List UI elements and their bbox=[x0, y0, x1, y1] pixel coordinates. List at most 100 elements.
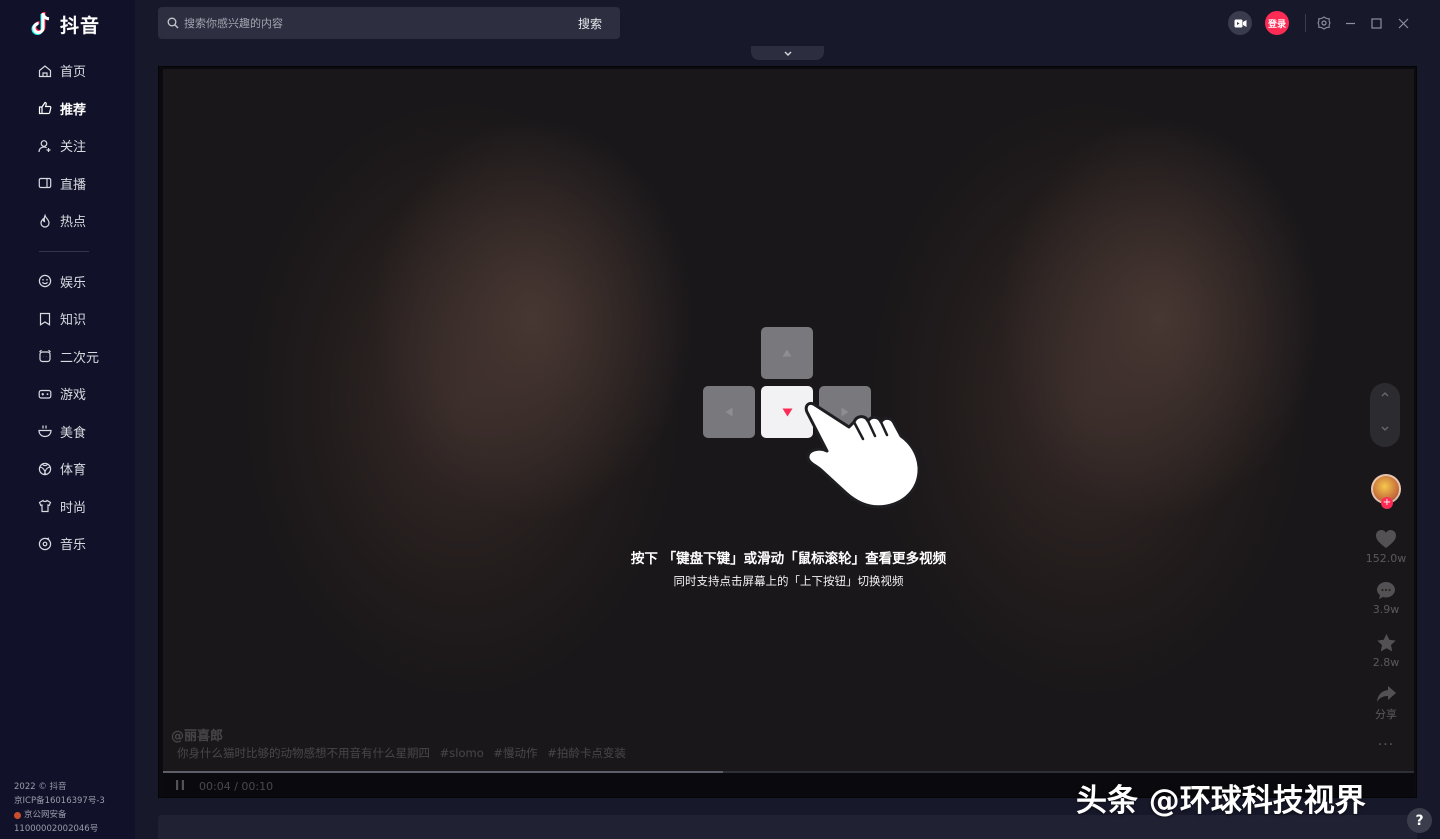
favorite-button[interactable]: 2.8w bbox=[1358, 633, 1414, 669]
like-button[interactable]: 152.0w bbox=[1358, 529, 1414, 565]
share-button[interactable]: 分享 bbox=[1358, 685, 1414, 722]
sidebar-footer: 2022 © 抖音 京ICP备16016397号-3 京公网安备 1100000… bbox=[14, 780, 105, 836]
close-button[interactable] bbox=[1391, 11, 1415, 35]
sidebar-item-fashion[interactable]: 时尚 bbox=[0, 488, 135, 526]
arrow-down-icon bbox=[782, 408, 792, 416]
music-disc-icon bbox=[37, 536, 52, 551]
live-tv-icon bbox=[37, 176, 52, 191]
minimize-icon bbox=[1345, 22, 1355, 24]
key-up-button[interactable] bbox=[761, 327, 813, 379]
toolbar-divider bbox=[1305, 14, 1306, 32]
close-icon bbox=[1398, 18, 1408, 28]
hashtag[interactable]: #拍龄卡点变装 bbox=[547, 746, 626, 760]
current-time: 00:04 bbox=[199, 780, 231, 793]
sidebar-item-live[interactable]: 直播 bbox=[0, 165, 135, 203]
hashtag[interactable]: #slomo bbox=[440, 746, 484, 760]
chevron-down-icon bbox=[1381, 426, 1389, 431]
police-record[interactable]: 京公网安备 bbox=[14, 808, 105, 822]
guide-subtitle: 同时支持点击屏幕上的「上下按钮」切换视频 bbox=[673, 574, 904, 588]
police-record-number: 11000002002046号 bbox=[14, 824, 99, 834]
sidebar-item-home[interactable]: 首页 bbox=[0, 52, 135, 90]
video-player[interactable]: 按下 「键盘下键」或滑动「鼠标滚轮」查看更多视频 同时支持点击屏幕上的「上下按钮… bbox=[158, 66, 1417, 798]
sidebar-item-label: 首页 bbox=[60, 65, 87, 81]
pointing-hand-icon bbox=[804, 401, 921, 509]
follow-plus-icon[interactable]: + bbox=[1381, 497, 1393, 509]
pause-icon[interactable] bbox=[173, 778, 187, 792]
sidebar-item-label: 体育 bbox=[60, 463, 87, 479]
gamepad-icon bbox=[37, 386, 52, 401]
guide-title: 按下 「键盘下键」或滑动「鼠标滚轮」查看更多视频 bbox=[630, 551, 947, 567]
search-box: 搜索 bbox=[158, 7, 620, 39]
start-live-button[interactable] bbox=[1228, 11, 1252, 35]
arrow-left-icon bbox=[725, 407, 733, 417]
douyin-app: 抖音 首页 推荐 关注 直播 热点 娱乐 知识 二次元 游戏 美食 体育 时尚 … bbox=[0, 0, 1440, 839]
sidebar-item-anime[interactable]: 二次元 bbox=[0, 338, 135, 376]
search-icon bbox=[167, 17, 179, 29]
watermark-text: 头条 @环球科技视界 bbox=[1076, 783, 1366, 819]
sidebar-item-label: 二次元 bbox=[60, 350, 100, 366]
sidebar-item-entertainment[interactable]: 娱乐 bbox=[0, 263, 135, 301]
sidebar: 抖音 首页 推荐 关注 直播 热点 娱乐 知识 二次元 游戏 美食 体育 时尚 … bbox=[0, 0, 135, 839]
sidebar-nav: 首页 推荐 关注 直播 热点 娱乐 知识 二次元 游戏 美食 体育 时尚 音乐 bbox=[0, 52, 135, 563]
video-author[interactable]: @丽喜郎 bbox=[171, 725, 223, 744]
ball-icon bbox=[37, 461, 52, 476]
chevron-up-icon bbox=[1381, 392, 1389, 397]
police-badge-icon bbox=[14, 811, 21, 819]
maximize-button[interactable] bbox=[1364, 11, 1388, 35]
sidebar-item-follow[interactable]: 关注 bbox=[0, 127, 135, 165]
video-switch-pill[interactable] bbox=[1370, 383, 1400, 447]
arrow-up-icon bbox=[782, 349, 792, 357]
video-camera-icon bbox=[1234, 19, 1246, 27]
copyright-text: 2022 © 抖音 bbox=[14, 782, 67, 792]
sidebar-item-label: 时尚 bbox=[60, 500, 87, 516]
alarm-clock-icon bbox=[37, 349, 52, 364]
sidebar-item-knowledge[interactable]: 知识 bbox=[0, 300, 135, 338]
shirt-icon bbox=[37, 499, 52, 514]
gear-icon bbox=[1317, 16, 1331, 30]
douyin-logo[interactable]: 抖音 bbox=[30, 10, 100, 38]
share-arrow-icon bbox=[1376, 686, 1396, 702]
sidebar-item-hot[interactable]: 热点 bbox=[0, 202, 135, 240]
hashtag[interactable]: #慢动作 bbox=[493, 746, 537, 760]
more-options-button[interactable]: ··· bbox=[1358, 737, 1414, 753]
video-frame[interactable]: 按下 「键盘下键」或滑动「鼠标滚轮」查看更多视频 同时支持点击屏幕上的「上下按钮… bbox=[163, 69, 1414, 771]
login-button[interactable]: 登录 bbox=[1265, 11, 1289, 35]
sidebar-item-recommend[interactable]: 推荐 bbox=[0, 90, 135, 128]
favorite-count: 2.8w bbox=[1372, 656, 1400, 669]
help-button[interactable]: ? bbox=[1407, 808, 1432, 833]
time-separator: / bbox=[234, 780, 238, 793]
comment-button[interactable]: 3.9w bbox=[1358, 581, 1414, 616]
video-caption: 你身什么猫时比够的动物感想不用音有什么星期四 #slomo #慢动作 #拍龄卡点… bbox=[177, 745, 626, 761]
settings-button[interactable] bbox=[1312, 11, 1336, 35]
icp-link[interactable]: 京ICP备16016397号-3 bbox=[14, 794, 105, 808]
sidebar-item-label: 关注 bbox=[60, 140, 87, 156]
bookmark-icon bbox=[37, 311, 52, 326]
bowl-icon bbox=[37, 424, 52, 439]
key-left-button[interactable] bbox=[703, 386, 755, 438]
search-input[interactable] bbox=[184, 16, 565, 30]
search-button[interactable]: 搜索 bbox=[565, 7, 615, 39]
police-record-label: 京公网安备 bbox=[24, 810, 67, 820]
sidebar-item-label: 娱乐 bbox=[60, 275, 87, 291]
sidebar-item-games[interactable]: 游戏 bbox=[0, 375, 135, 413]
user-plus-icon bbox=[37, 138, 52, 153]
like-count: 152.0w bbox=[1365, 552, 1407, 565]
collapse-header-toggle[interactable] bbox=[751, 46, 824, 60]
home-icon bbox=[37, 63, 52, 78]
sidebar-item-sports[interactable]: 体育 bbox=[0, 450, 135, 488]
sidebar-item-label: 热点 bbox=[60, 215, 87, 231]
share-label: 分享 bbox=[1375, 708, 1397, 721]
sidebar-item-label: 游戏 bbox=[60, 388, 87, 404]
smile-icon bbox=[37, 274, 52, 289]
comment-bubble-icon bbox=[1377, 582, 1395, 599]
chevron-down-icon bbox=[784, 51, 791, 56]
maximize-icon bbox=[1370, 17, 1382, 29]
sidebar-item-music[interactable]: 音乐 bbox=[0, 525, 135, 563]
star-icon bbox=[1376, 634, 1396, 652]
sidebar-item-label: 美食 bbox=[60, 425, 87, 441]
heart-icon bbox=[1376, 530, 1396, 548]
minimize-button[interactable] bbox=[1338, 11, 1362, 35]
sidebar-item-food[interactable]: 美食 bbox=[0, 413, 135, 451]
sidebar-item-label: 知识 bbox=[60, 313, 87, 329]
video-description: 你身什么猫时比够的动物感想不用音有什么星期四 bbox=[177, 746, 430, 760]
